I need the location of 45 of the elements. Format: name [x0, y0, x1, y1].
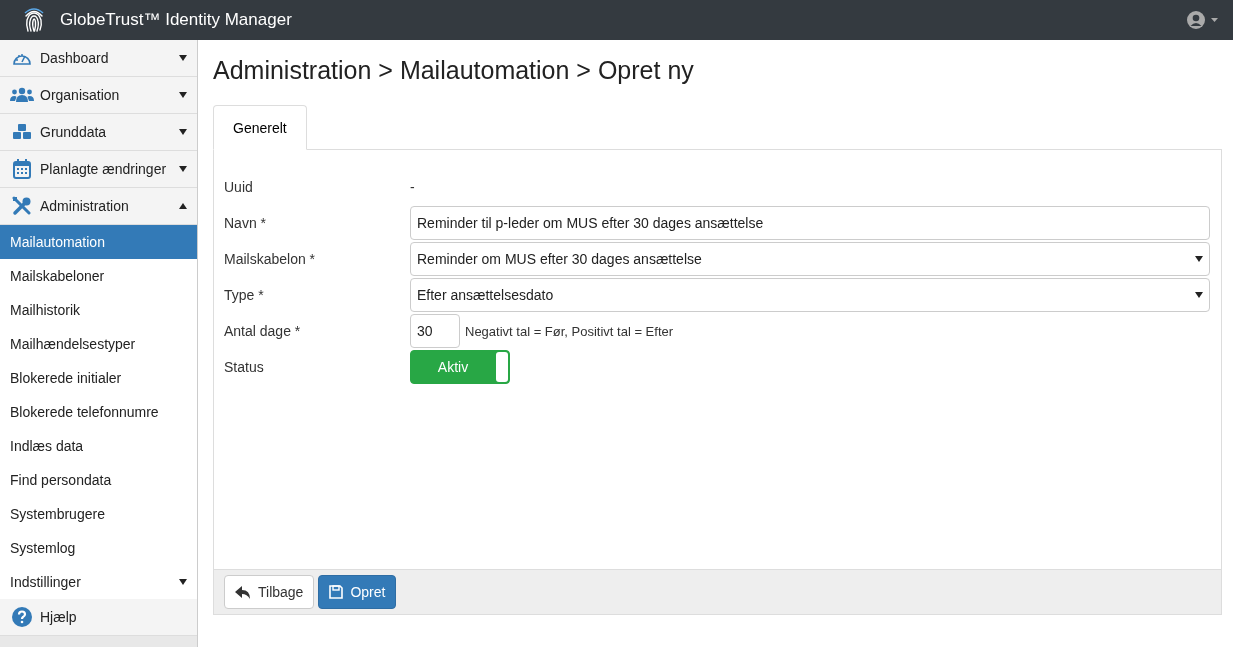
- field-label: Navn *: [224, 215, 268, 231]
- page-title: Administration > Mailautomation > Opret ny: [213, 56, 695, 85]
- sidebar-item[interactable]: Administration: [0, 188, 197, 225]
- user-menu-icon[interactable]: [1187, 11, 1219, 29]
- submenu-item[interactable]: Systembrugere: [0, 497, 197, 531]
- cubes-icon: [12, 123, 32, 141]
- sidebar-item[interactable]: Dashboard: [0, 40, 197, 77]
- submenu-item[interactable]: Mailautomation: [0, 225, 197, 259]
- hint-text: Negativt tal = Før, Positivt tal = Efter: [465, 323, 674, 339]
- floppy-icon: [329, 585, 344, 599]
- app-title: GlobeTrust™ Identity Manager: [60, 10, 293, 30]
- field-label: Antal dage *: [224, 323, 302, 339]
- field-value: -: [410, 179, 415, 195]
- fingerprint-icon: [22, 7, 46, 33]
- sidebar-item[interactable]: Grunddata: [0, 114, 197, 151]
- reply-arrow-icon: [235, 585, 251, 599]
- tools-icon: [12, 196, 32, 216]
- number-field[interactable]: 30: [410, 314, 460, 348]
- calendar-icon: [13, 159, 31, 179]
- sidebar-item[interactable]: Hjælp: [0, 599, 197, 636]
- submenu-item[interactable]: Blokerede telefonnumre: [0, 395, 197, 429]
- select-field[interactable]: Reminder om MUS efter 30 dages ansættelse: [410, 242, 1210, 276]
- sidebar-item[interactable]: Organisation: [0, 77, 197, 114]
- users-icon: [10, 87, 34, 103]
- submenu-item[interactable]: Mailskabeloner: [0, 259, 197, 293]
- submenu-item[interactable]: Indstillinger: [0, 565, 197, 599]
- input-field[interactable]: Reminder til p-leder om MUS efter 30 dages ansættelse: [410, 206, 1210, 240]
- help-icon: [12, 607, 32, 627]
- back-button[interactable]: Tilbage: [224, 575, 315, 609]
- field-label: Type *: [224, 287, 265, 303]
- select-field[interactable]: Efter ansættelsesdato: [410, 278, 1210, 312]
- submenu-item[interactable]: Blokerede initialer: [0, 361, 197, 395]
- field-label: Status: [224, 359, 265, 375]
- field-label: Mailskabelon *: [224, 251, 317, 267]
- caret-icon: [1195, 256, 1203, 262]
- save-button[interactable]: Opret: [318, 575, 397, 609]
- submenu-item[interactable]: Find persondata: [0, 463, 197, 497]
- submenu-item[interactable]: Systemlog: [0, 531, 197, 565]
- submenu-item[interactable]: Mailhistorik: [0, 293, 197, 327]
- caret-icon: [1195, 292, 1203, 298]
- submenu-item[interactable]: Mailhændelsestyper: [0, 327, 197, 361]
- tab[interactable]: Generelt: [213, 105, 307, 150]
- sidebar-item[interactable]: Planlagte ændringer: [0, 151, 197, 188]
- submenu-item[interactable]: Indlæs data: [0, 429, 197, 463]
- field-label: Uuid: [224, 179, 254, 195]
